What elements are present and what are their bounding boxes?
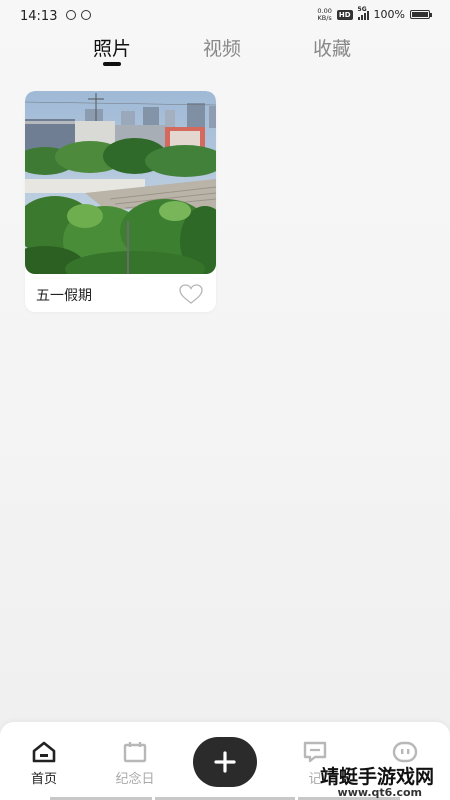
calendar-icon [123, 742, 147, 763]
favorite-heart-icon[interactable] [178, 283, 204, 305]
nav-home-label: 首页 [30, 772, 57, 787]
tab-active-indicator [103, 62, 121, 66]
tab-videos[interactable]: 视频 [203, 34, 241, 61]
battery-icon [410, 10, 432, 19]
tab-favorites[interactable]: 收藏 [313, 34, 351, 61]
watermark-text: 靖蜓手游戏网 [319, 766, 434, 788]
plus-icon [214, 751, 236, 773]
tab-videos-label: 视频 [203, 38, 242, 60]
watermark-url: www.qt6.com [337, 786, 422, 799]
status-bar: 14:13 0.00 KB/s HD 5G 100% [0, 0, 450, 34]
bottom-nav: 首页 纪念日 记 靖蜓手游戏网 www.qt6.com [0, 722, 450, 800]
app-notification-icon [66, 10, 76, 20]
face-icon [392, 741, 418, 763]
nav-anniversary-label: 纪念日 [115, 772, 155, 787]
status-right: 0.00 KB/s HD 5G 100% [317, 6, 432, 21]
nav-anniversary[interactable]: 纪念日 [105, 740, 165, 787]
album-cover-photo[interactable] [25, 91, 216, 274]
nav-home[interactable]: 首页 [14, 740, 74, 787]
signal-icon: 5G [357, 6, 369, 20]
tab-favorites-label: 收藏 [313, 38, 352, 60]
album-card[interactable]: 五一假期 [25, 91, 216, 312]
play-notification-icon [81, 10, 91, 20]
notification-icons [66, 10, 91, 20]
network-type: 5G [357, 5, 367, 13]
network-speed: 0.00 KB/s [317, 8, 331, 21]
hd-icon: HD [336, 9, 353, 20]
network-speed-unit: KB/s [317, 13, 332, 22]
battery-percent: 100% [373, 8, 405, 21]
tab-photos[interactable]: 照片 [93, 34, 132, 66]
top-tabs: 照片 视频 收藏 [0, 34, 450, 70]
status-time: 14:13 [20, 9, 58, 24]
add-button[interactable] [193, 737, 257, 787]
home-icon [32, 741, 56, 763]
message-icon [303, 741, 327, 763]
album-title: 五一假期 [36, 288, 92, 304]
tab-photos-label: 照片 [93, 38, 132, 60]
